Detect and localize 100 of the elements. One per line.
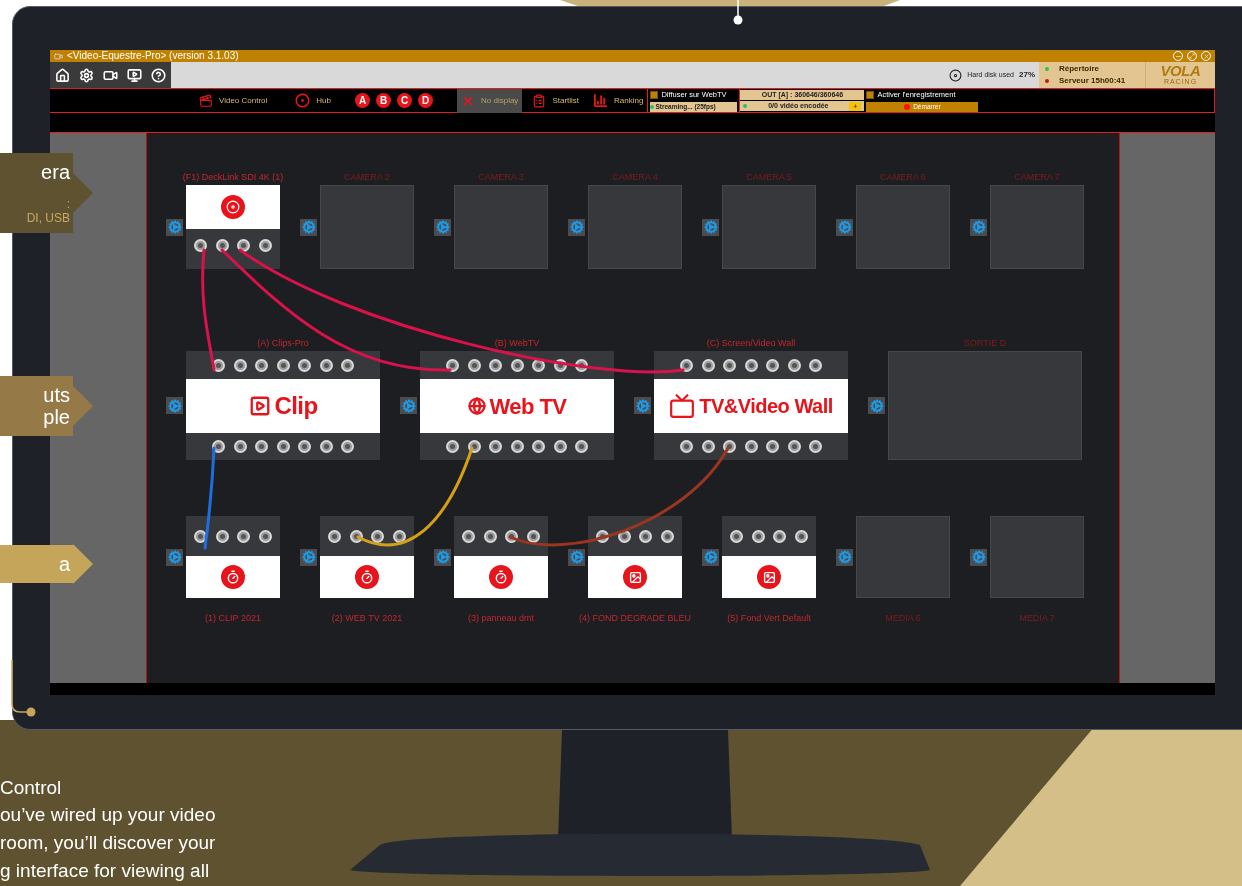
settings-button[interactable] [970, 548, 987, 566]
settings-button[interactable] [434, 218, 451, 236]
connector-icon[interactable] [298, 358, 311, 372]
settings-button[interactable] [166, 397, 183, 414]
media-card[interactable] [588, 516, 682, 598]
connector-icon[interactable] [446, 440, 459, 453]
output-letter-button[interactable]: A [355, 93, 370, 108]
connector-icon[interactable] [794, 529, 808, 543]
close-button[interactable] [1201, 51, 1211, 61]
connector-icon[interactable] [787, 358, 801, 372]
maximize-button[interactable] [1187, 51, 1197, 61]
connector-icon[interactable] [532, 440, 545, 453]
media-card[interactable] [320, 516, 414, 598]
connector-icon[interactable] [194, 239, 208, 252]
connector-icon[interactable] [809, 440, 822, 453]
connector-icon[interactable] [319, 440, 333, 453]
settings-button[interactable] [300, 548, 317, 566]
connector-icon[interactable] [701, 358, 715, 372]
connector-icon[interactable] [744, 440, 758, 453]
connector-icon[interactable] [233, 358, 247, 372]
connector-icon[interactable] [233, 440, 247, 453]
menu-item[interactable]: Hub [291, 88, 335, 113]
connector-icon[interactable] [341, 358, 354, 372]
settings-button[interactable] [434, 548, 451, 566]
connector-icon[interactable] [680, 358, 693, 372]
connector-icon[interactable] [215, 529, 229, 543]
connector-icon[interactable] [489, 358, 502, 372]
connector-icon[interactable] [744, 358, 758, 372]
settings-button[interactable] [702, 548, 719, 566]
connector-icon[interactable] [371, 529, 385, 543]
media-card[interactable] [722, 516, 816, 598]
connector-icon[interactable] [510, 358, 524, 372]
connector-icon[interactable] [298, 440, 311, 453]
connector-icon[interactable] [276, 440, 290, 453]
settings-button[interactable] [568, 548, 585, 566]
connector-icon[interactable] [766, 440, 779, 453]
output-letter-button[interactable]: C [397, 93, 412, 108]
connector-icon[interactable] [341, 440, 354, 453]
connector-icon[interactable] [392, 529, 406, 543]
settings-button[interactable] [166, 548, 183, 566]
connector-icon[interactable] [258, 239, 272, 252]
settings-button[interactable] [400, 397, 417, 414]
connector-icon[interactable] [258, 529, 272, 543]
media-card[interactable] [186, 516, 280, 598]
settings-button[interactable] [702, 218, 719, 236]
settings-button[interactable] [300, 218, 317, 236]
connector-icon[interactable] [510, 440, 524, 453]
settings-button[interactable] [166, 218, 183, 236]
connector-icon[interactable] [237, 529, 251, 543]
connector-icon[interactable] [467, 440, 481, 453]
connector-icon[interactable] [237, 239, 251, 252]
connector-icon[interactable] [328, 529, 342, 543]
help-icon[interactable] [151, 67, 166, 83]
connector-icon[interactable] [255, 440, 268, 453]
connector-icon[interactable] [809, 358, 822, 372]
connector-icon[interactable] [701, 440, 715, 453]
checkbox[interactable] [650, 90, 659, 99]
connector-icon[interactable] [276, 358, 290, 372]
connector-icon[interactable] [462, 529, 476, 543]
settings-button[interactable] [634, 397, 651, 414]
connector-icon[interactable] [526, 529, 540, 543]
connector-icon[interactable] [723, 440, 736, 453]
output-letter-button[interactable]: B [376, 93, 391, 108]
connector-icon[interactable] [467, 358, 481, 372]
settings-button[interactable] [836, 218, 853, 236]
menu-item[interactable]: Startlist [528, 88, 584, 113]
connector-icon[interactable] [446, 358, 459, 372]
menu-item[interactable]: Ranking [589, 88, 648, 113]
media-card[interactable] [454, 516, 548, 598]
connector-icon[interactable] [489, 440, 502, 453]
connector-icon[interactable] [773, 529, 787, 543]
menu-item[interactable]: Video Control [195, 88, 272, 113]
connector-icon[interactable] [255, 358, 268, 372]
connector-icon[interactable] [680, 440, 693, 453]
video-frame-icon[interactable] [127, 67, 142, 83]
connector-icon[interactable] [787, 440, 801, 453]
settings-button[interactable] [970, 218, 987, 236]
connector-icon[interactable] [723, 358, 736, 372]
connector-icon[interactable] [553, 440, 567, 453]
camera-device-card[interactable] [186, 185, 280, 269]
connector-icon[interactable] [349, 529, 363, 543]
output-card[interactable]: TV&Video Wall [654, 351, 848, 460]
connector-icon[interactable] [483, 529, 497, 543]
settings-button[interactable] [868, 397, 885, 414]
connector-icon[interactable] [575, 440, 588, 453]
settings-button[interactable] [568, 218, 585, 236]
connector-icon[interactable] [751, 529, 765, 543]
home-icon[interactable] [55, 67, 70, 83]
connector-icon[interactable] [319, 358, 333, 372]
connector-icon[interactable] [639, 529, 653, 543]
settings-icon[interactable] [79, 67, 94, 83]
callout-detail: DI, USB [25, 211, 70, 225]
connector-icon[interactable] [660, 529, 674, 543]
output-card[interactable]: Web TV [420, 351, 614, 460]
output-card[interactable]: Clip [186, 351, 380, 460]
output-letter-button[interactable]: D [418, 93, 433, 108]
connector-icon[interactable] [766, 358, 779, 372]
connector-icon[interactable] [730, 529, 744, 543]
settings-button[interactable] [836, 548, 853, 566]
checkbox[interactable] [866, 91, 875, 99]
